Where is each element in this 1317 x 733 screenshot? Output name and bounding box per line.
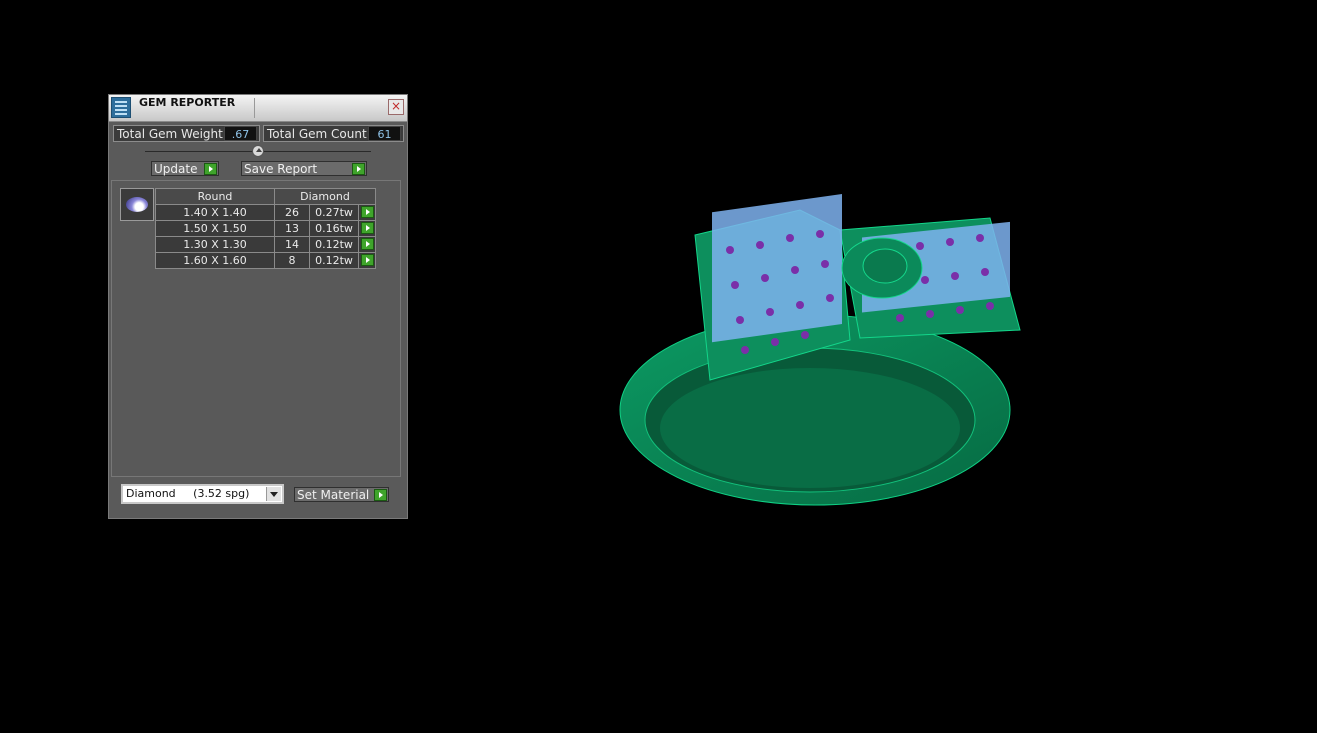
table-row[interactable]: 1.50 X 1.50 13 0.16tw [155,220,376,237]
slider-handle[interactable] [252,145,264,157]
green-arrow-icon[interactable] [204,163,217,175]
material-selected-value: Diamond (3.52 spg) [126,487,250,500]
green-arrow-icon[interactable] [361,222,374,234]
table-row[interactable]: 1.30 X 1.30 14 0.12tw [155,236,376,253]
save-report-button[interactable]: Save Report [241,161,367,176]
green-arrow-icon[interactable] [361,254,374,266]
set-material-label: Set Material [297,488,370,502]
gem-weight: 0.12tw [309,252,359,269]
gem-size: 1.50 X 1.50 [155,220,275,237]
material-select[interactable]: Diamond (3.52 spg) [121,484,284,504]
gem-count: 14 [274,236,310,253]
round-gem-icon[interactable] [120,188,154,221]
gem-list-area: Round Diamond 1.40 X 1.40 26 0.27tw 1.50… [111,180,401,477]
gem-reporter-panel: GEM REPORTER × Total Gem Weight .67 Tota… [108,94,408,519]
column-header-round: Round [155,188,275,205]
green-arrow-icon[interactable] [352,163,365,175]
green-arrow-icon[interactable] [374,489,387,501]
green-arrow-icon[interactable] [361,206,374,218]
ring-3d-viewport[interactable] [600,190,1040,520]
title-bar[interactable]: GEM REPORTER × [109,95,407,122]
table-row[interactable]: 1.60 X 1.60 8 0.12tw [155,252,376,269]
gem-table: Round Diamond 1.40 X 1.40 26 0.27tw 1.50… [155,188,376,269]
total-gem-count-label: Total Gem Count [267,127,367,141]
update-label: Update [154,162,198,176]
gem-weight: 0.16tw [309,220,359,237]
gem-weight: 0.12tw [309,236,359,253]
pave-gems-left [712,193,842,343]
gem-reporter-icon [111,97,131,118]
chevron-down-icon[interactable] [266,487,281,501]
total-gem-count-value: 61 [368,126,401,141]
gem-weight: 0.27tw [309,204,359,221]
table-row[interactable]: 1.40 X 1.40 26 0.27tw [155,204,376,221]
total-gem-weight-label: Total Gem Weight [117,127,223,141]
set-material-button[interactable]: Set Material [294,487,389,502]
ring-inner-surface [660,368,960,488]
column-header-diamond: Diamond [274,188,376,205]
close-icon[interactable]: × [388,99,404,115]
gem-count: 26 [274,204,310,221]
center-setting [862,248,908,284]
save-report-label: Save Report [244,162,318,176]
gem-size: 1.40 X 1.40 [155,204,275,221]
gem-size: 1.60 X 1.60 [155,252,275,269]
table-header-row: Round Diamond [155,188,376,205]
gem-count: 8 [274,252,310,269]
title-divider [254,98,255,118]
gem-size: 1.30 X 1.30 [155,236,275,253]
green-arrow-icon[interactable] [361,238,374,250]
gem-count: 13 [274,220,310,237]
total-gem-weight-value: .67 [224,126,257,141]
window-title: GEM REPORTER [139,96,236,109]
update-button[interactable]: Update [151,161,219,176]
